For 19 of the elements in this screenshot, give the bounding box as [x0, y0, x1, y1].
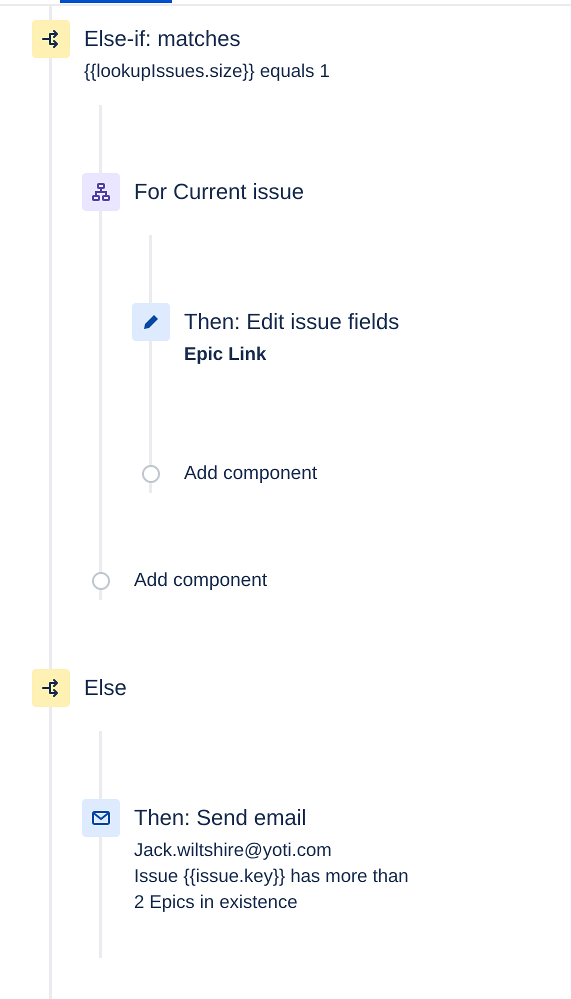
component-title[interactable]: Else-if: matches: [84, 20, 330, 58]
add-component-link[interactable]: Add component: [184, 455, 318, 493]
circle-icon: [92, 572, 110, 590]
component-title[interactable]: For Current issue: [134, 173, 304, 211]
split-arrows-icon: [32, 669, 70, 707]
hierarchy-icon: [82, 173, 120, 211]
add-component-link[interactable]: Add component: [134, 562, 268, 600]
split-arrows-icon: [32, 20, 70, 58]
pencil-icon: [132, 303, 170, 341]
component-detail: Jack.wiltshire@yoti.com: [134, 838, 333, 862]
component-title[interactable]: Else: [84, 669, 127, 707]
component-title[interactable]: Then: Edit issue fields: [184, 303, 400, 341]
component-detail: Issue {{issue.key}} has more than: [134, 864, 409, 888]
component-detail: 2 Epics in existence: [134, 890, 299, 914]
circle-icon: [142, 465, 160, 483]
component-detail: {{lookupIssues.size}} equals 1: [84, 59, 330, 83]
component-title[interactable]: Then: Send email: [134, 799, 409, 837]
envelope-icon: [82, 799, 120, 837]
component-detail: Epic Link: [184, 342, 268, 366]
